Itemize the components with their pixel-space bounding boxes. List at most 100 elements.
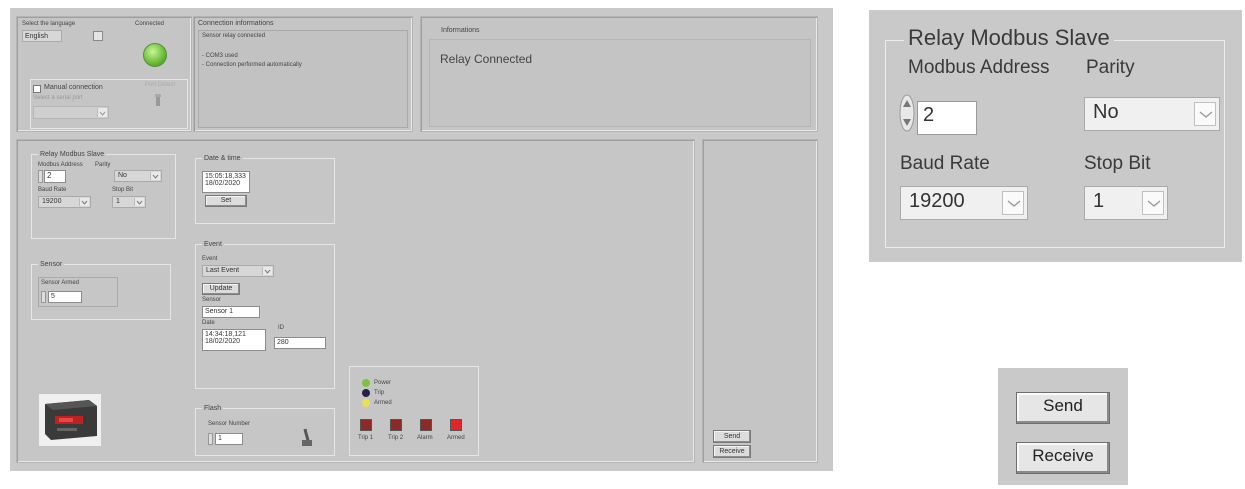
modbus-title: Relay Modbus Slave (38, 151, 107, 158)
trip2-label: Trip 2 (388, 435, 404, 441)
zoom-modbus-title: Relay Modbus Slave (904, 25, 1114, 51)
modbus-address-label: Modbus Address (38, 162, 83, 168)
datetime-group: Date & time 15:05:18,333 18/02/2020 Set (195, 155, 335, 224)
trip1-label: Trip 1 (358, 435, 374, 441)
zoom-send-button[interactable]: Send (1016, 392, 1110, 424)
settings-panel: Relay Modbus Slave Modbus Address Parity… (16, 139, 695, 463)
flash-toggle-icon[interactable] (300, 427, 314, 449)
zoom-buttons-panel: Send Receive (998, 368, 1128, 485)
baud-rate-label: Baud Rate (38, 187, 67, 193)
zoom-stop-value: 1 (1093, 190, 1105, 212)
zoom-receive-button[interactable]: Receive (1016, 442, 1110, 474)
flash-number-field[interactable]: 1 (215, 433, 243, 445)
sensor-group: Sensor Sensor Armed 5 (31, 261, 171, 320)
datetime-title: Date & time (202, 155, 243, 162)
event-date-field[interactable]: 14:34:18,121 18/02/2020 (202, 329, 266, 351)
zoom-address-spin-icon[interactable] (899, 93, 915, 133)
datetime-date: 18/02/2020 (205, 180, 241, 188)
trip2-indicator (390, 419, 402, 431)
zoom-address-field[interactable]: 2 (917, 101, 977, 135)
informations-title: Informations (441, 27, 480, 34)
flash-number-spin-icon[interactable] (208, 433, 213, 445)
flash-number-box: Sensor Number 1 (202, 417, 284, 451)
armed-led (362, 399, 370, 407)
language-select[interactable]: English (22, 30, 62, 42)
event-date-label: Date (202, 320, 215, 326)
detect-label: Port Detect (145, 82, 176, 88)
zoom-modbus-group: Relay Modbus Slave Modbus Address Parity… (885, 25, 1225, 248)
connection-info-box: Sensor relay connected - COM3 used - Con… (198, 30, 408, 128)
datetime-time-field[interactable]: 15:05:18,333 18/02/2020 (202, 171, 250, 193)
event-date: 18/02/2020 (205, 338, 241, 346)
zoom-baud-label: Baud Rate (900, 153, 990, 174)
chevron-down-icon (79, 198, 89, 206)
flash-group: Flash Sensor Number 1 (195, 405, 335, 456)
connection-status-label: Connected (135, 21, 165, 27)
parity-value: No (118, 172, 127, 179)
zoom-address-label: Modbus Address (908, 57, 1050, 78)
connection-info-line-3: - Connection performed automatically (202, 62, 302, 68)
datetime-time: 15:05:18,333 (205, 173, 246, 180)
serial-port-select[interactable] (33, 106, 109, 119)
send-button[interactable]: Send (713, 430, 751, 443)
connection-info-line-2: - COM3 used (202, 53, 238, 59)
chevron-down-icon (1142, 191, 1164, 215)
port-detect-icon[interactable] (153, 94, 163, 108)
event-group: Event Event Last Event Update Sensor Sen… (195, 241, 335, 389)
modbus-group: Relay Modbus Slave Modbus Address Parity… (31, 151, 176, 239)
zoom-parity-select[interactable]: No (1084, 97, 1220, 131)
parity-select[interactable]: No (114, 170, 162, 182)
serial-port-label: Select a serial port (33, 95, 83, 101)
stop-bit-value: 1 (116, 198, 120, 205)
event-title: Event (202, 241, 224, 248)
trip-led (362, 389, 370, 397)
sensor-armed-field[interactable]: 5 (48, 291, 82, 303)
language-panel: Select the language English Connected Ma… (16, 16, 192, 132)
set-button[interactable]: Set (205, 195, 247, 207)
event-id-label: ID (278, 325, 284, 331)
sensor-title: Sensor (38, 261, 65, 268)
connection-info-line-1: Sensor relay connected (202, 33, 266, 39)
chevron-down-icon (134, 198, 144, 206)
command-panel: Send Receive (702, 139, 818, 463)
informations-box: Relay Connected (429, 39, 811, 127)
event-select-value: Last Event (206, 267, 240, 274)
stop-bit-select[interactable]: 1 (112, 196, 146, 208)
zoom-stop-select[interactable]: 1 (1084, 186, 1168, 220)
modbus-address-field[interactable]: 2 (44, 170, 66, 183)
zoom-parity-value: No (1093, 101, 1119, 123)
baud-rate-select[interactable]: 19200 (38, 196, 91, 208)
language-dropdown-button[interactable] (93, 31, 103, 41)
manual-connection-checkbox[interactable] (33, 85, 41, 93)
event-time: 14:34:18,121 (205, 331, 246, 338)
manual-connection-group: Manual connection Port Detect Select a s… (30, 79, 188, 129)
address-spin-icon[interactable] (38, 170, 43, 183)
zoom-baud-select[interactable]: 19200 (900, 186, 1028, 220)
manual-connection-label: Manual connection (44, 84, 103, 91)
language-value: English (25, 33, 48, 40)
main-window: Select the language English Connected Ma… (10, 8, 833, 471)
flash-title: Flash (202, 405, 224, 412)
connected-led (143, 43, 167, 67)
event-select-label: Event (202, 256, 218, 262)
zoom-baud-value: 19200 (909, 190, 965, 212)
receive-button[interactable]: Receive (713, 445, 751, 458)
update-button[interactable]: Update (202, 283, 240, 295)
connection-info-panel: Connection informations Sensor relay con… (193, 16, 413, 132)
chevron-down-icon (1194, 102, 1216, 126)
event-id-field[interactable]: 280 (274, 337, 326, 349)
chevron-down-icon (150, 172, 160, 180)
sensor-armed-spin-icon[interactable] (41, 291, 46, 303)
alarm-indicator (420, 419, 432, 431)
power-label: Power (374, 380, 392, 386)
connection-info-title: Connection informations (198, 20, 274, 27)
language-label: Select the language (22, 21, 76, 27)
informations-text: Relay Connected (440, 52, 533, 66)
trip-label: Trip (374, 390, 385, 396)
event-select[interactable]: Last Event (202, 265, 274, 277)
event-sensor-field[interactable]: Sensor 1 (202, 306, 260, 318)
event-sensor-label: Sensor (202, 297, 222, 303)
armed-output-label: Armed (447, 435, 465, 441)
armed-label: Armed (374, 400, 392, 406)
trip1-indicator (360, 419, 372, 431)
